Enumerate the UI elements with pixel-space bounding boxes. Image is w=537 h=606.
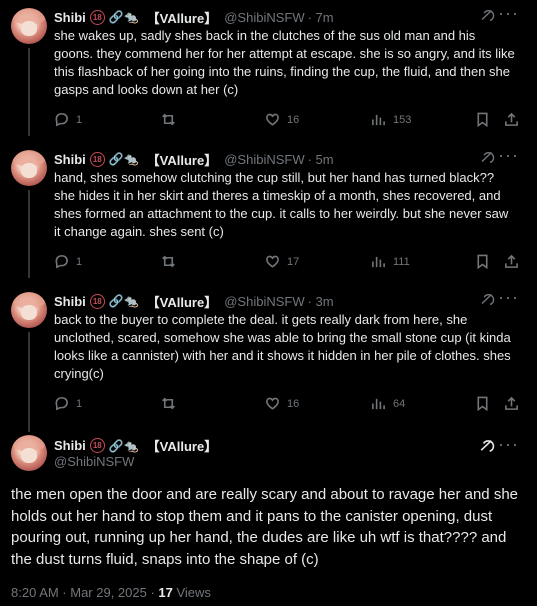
views-icon <box>372 256 385 268</box>
adult-content-badge: 18 <box>89 438 105 453</box>
username[interactable]: @ShibiNSFW <box>224 10 304 25</box>
repost-icon <box>162 255 175 268</box>
action-bar: 1 16 153 <box>54 112 520 132</box>
repost-icon <box>162 113 175 126</box>
main-tweet-author: Shibi 18 🔗🐀 【VAllure】 <box>54 436 217 455</box>
timestamp[interactable]: 8:20 AM · Mar 29, 2025 · <box>11 585 158 600</box>
grok-icon[interactable] <box>479 150 495 166</box>
thread-line <box>28 48 30 136</box>
grok-icon[interactable] <box>479 292 495 308</box>
more-icon[interactable]: ··· <box>498 287 519 308</box>
like-count: 17 <box>287 255 300 268</box>
repost-button[interactable] <box>161 254 183 269</box>
display-name-tag[interactable]: 【VAllure】 <box>147 150 218 169</box>
adult-content-badge: 18 <box>89 151 105 167</box>
views-button[interactable]: 64 <box>371 396 405 411</box>
chain-rat-emoji: 🔗🐀 <box>108 152 139 166</box>
reply-icon <box>55 397 68 411</box>
like-button[interactable]: 17 <box>265 254 299 269</box>
avatar[interactable] <box>11 150 47 186</box>
share-button[interactable] <box>504 254 519 269</box>
views-button[interactable]: 153 <box>371 112 411 127</box>
repost-button[interactable] <box>161 396 183 411</box>
views-icon <box>372 114 385 126</box>
reply-icon <box>55 255 68 269</box>
username[interactable]: @ShibiNSFW <box>224 294 304 309</box>
reply-icon <box>55 113 68 127</box>
like-count: 16 <box>287 113 300 126</box>
tweet-time[interactable]: · 5m <box>308 152 334 167</box>
display-name[interactable]: Shibi <box>54 10 86 25</box>
views-count: 111 <box>393 255 410 268</box>
bookmark-icon <box>477 254 488 269</box>
display-name[interactable]: Shibi <box>54 438 86 453</box>
like-button[interactable]: 16 <box>265 396 299 411</box>
display-name[interactable]: Shibi <box>54 294 86 309</box>
avatar[interactable] <box>11 292 47 328</box>
views-count: 64 <box>393 397 406 410</box>
tweet-time[interactable]: · 7m <box>308 10 334 25</box>
chain-rat-emoji: 🔗🐀 <box>108 438 139 453</box>
tweet-time[interactable]: · 3m <box>308 294 334 309</box>
reply-count: 1 <box>76 255 83 268</box>
repost-icon <box>162 397 175 410</box>
action-bar: 1 17 111 <box>54 254 520 274</box>
like-icon <box>266 397 279 410</box>
grok-icon[interactable] <box>479 8 495 24</box>
thread-line <box>28 190 30 278</box>
tweet-header: Shibi 18 🔗🐀 【VAllure】 @ShibiNSFW · 7m <box>54 7 334 27</box>
tweet-text: she wakes up, sadly shes back in the clu… <box>54 28 515 97</box>
like-icon <box>266 113 279 126</box>
tweet-text: back to the buyer to complete the deal. … <box>54 312 511 381</box>
thread-line <box>28 332 30 432</box>
like-count: 16 <box>287 397 300 410</box>
display-name-tag[interactable]: 【VAllure】 <box>147 8 218 27</box>
tweet-text: hand, shes somehow clutching the cup sti… <box>54 170 509 239</box>
share-icon <box>505 112 518 126</box>
views-count: 17 <box>158 585 173 600</box>
share-icon <box>505 396 518 410</box>
grok-icon[interactable] <box>478 438 495 455</box>
bookmark-button[interactable] <box>475 112 490 127</box>
more-icon[interactable]: ··· <box>498 145 519 166</box>
username[interactable]: @ShibiNSFW <box>224 152 304 167</box>
tweet-metadata: 8:20 AM · Mar 29, 2025 · 17 Views <box>11 585 211 600</box>
bookmark-button[interactable] <box>475 254 490 269</box>
share-button[interactable] <box>504 396 519 411</box>
bookmark-icon <box>477 396 488 411</box>
reply-button[interactable]: 1 <box>54 396 82 411</box>
main-tweet-text: the men open the door and are really sca… <box>11 486 519 568</box>
like-button[interactable]: 16 <box>265 112 299 127</box>
tweet-thread: Shibi 18 🔗🐀 【VAllure】 @ShibiNSFW · 7m ··… <box>0 0 537 606</box>
reply-count: 1 <box>76 113 83 126</box>
share-button[interactable] <box>504 112 519 127</box>
bookmark-button[interactable] <box>475 396 490 411</box>
bookmark-icon <box>477 112 488 127</box>
more-icon[interactable]: ··· <box>498 434 519 455</box>
display-name-tag[interactable]: 【VAllure】 <box>147 436 218 455</box>
avatar[interactable] <box>11 435 47 471</box>
display-name-tag[interactable]: 【VAllure】 <box>147 292 218 311</box>
views-icon <box>372 398 385 410</box>
reply-button[interactable]: 1 <box>54 112 82 127</box>
views-button[interactable]: 111 <box>371 254 410 269</box>
tweet-header: Shibi 18 🔗🐀 【VAllure】 @ShibiNSFW · 3m <box>54 291 334 311</box>
views-label: Views <box>172 585 211 600</box>
adult-content-badge: 18 <box>89 293 105 309</box>
adult-content-badge: 18 <box>89 9 105 25</box>
repost-button[interactable] <box>161 112 183 127</box>
avatar[interactable] <box>11 8 47 44</box>
username[interactable]: @ShibiNSFW <box>54 454 134 469</box>
action-bar: 1 16 64 <box>54 396 520 416</box>
reply-count: 1 <box>76 397 83 410</box>
tweet-header: Shibi 18 🔗🐀 【VAllure】 @ShibiNSFW · 5m <box>54 149 334 169</box>
like-icon <box>266 255 279 268</box>
more-icon[interactable]: ··· <box>498 3 519 24</box>
share-icon <box>505 254 518 268</box>
display-name[interactable]: Shibi <box>54 152 86 167</box>
chain-rat-emoji: 🔗🐀 <box>108 294 139 308</box>
views-count: 153 <box>393 113 412 126</box>
chain-rat-emoji: 🔗🐀 <box>108 10 139 24</box>
reply-button[interactable]: 1 <box>54 254 82 269</box>
